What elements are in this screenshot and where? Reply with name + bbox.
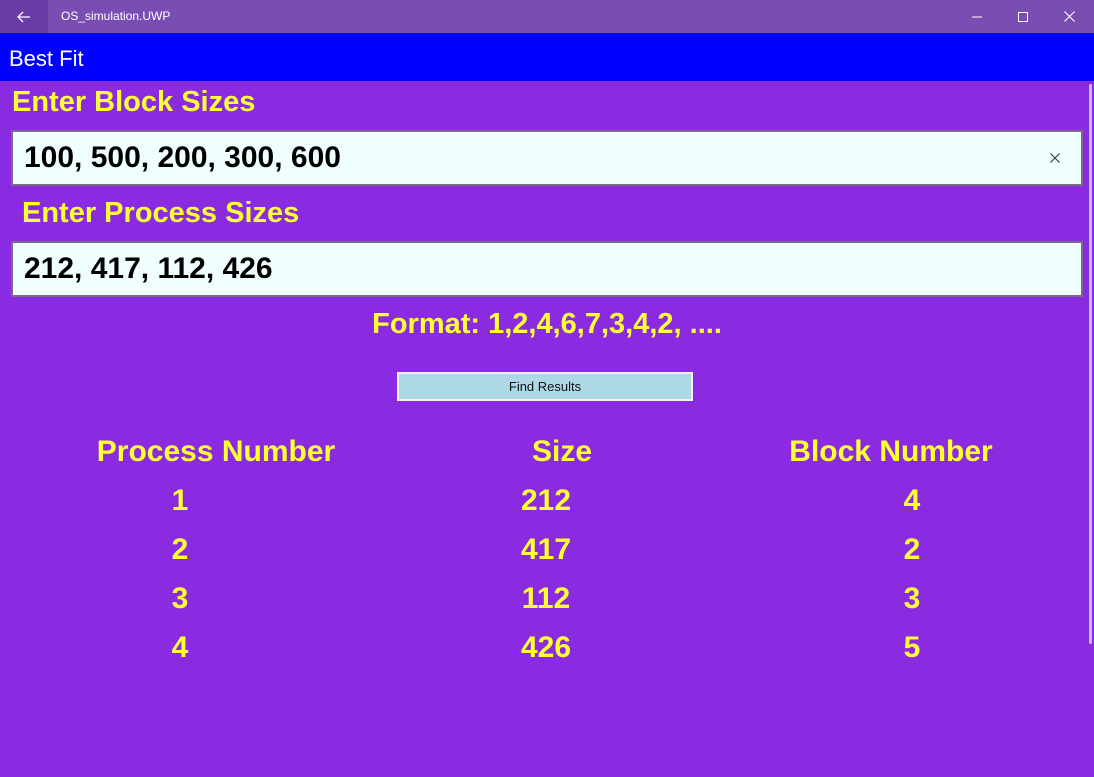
page-header: Best Fit — [0, 33, 1094, 81]
clear-button[interactable] — [1043, 146, 1067, 170]
block-sizes-input[interactable] — [13, 132, 1024, 184]
maximize-icon — [1018, 11, 1028, 22]
row-2-block-number: 2 — [903, 533, 921, 566]
back-button[interactable] — [0, 0, 48, 33]
row-3-process-number: 3 — [171, 582, 189, 615]
row-2-process-number: 2 — [171, 533, 189, 566]
row-4-process-number: 4 — [171, 631, 189, 664]
clear-icon — [1050, 153, 1060, 163]
vertical-scrollbar[interactable] — [1089, 84, 1092, 644]
row-4-block-number: 5 — [903, 631, 921, 664]
row-1-process-number: 1 — [171, 484, 189, 517]
block-sizes-field[interactable] — [11, 130, 1083, 186]
block-sizes-label: Enter Block Sizes — [12, 86, 256, 118]
find-results-button[interactable]: Find Results — [397, 372, 693, 401]
title-bar: OS_simulation.UWP — [0, 0, 1094, 33]
row-4-size: 426 — [520, 631, 572, 664]
row-2-size: 417 — [520, 533, 572, 566]
row-1-size: 212 — [520, 484, 572, 517]
process-sizes-input[interactable] — [13, 243, 1024, 295]
column-header-size: Size — [531, 435, 593, 468]
row-3-block-number: 3 — [903, 582, 921, 615]
process-sizes-field[interactable] — [11, 241, 1083, 297]
close-button[interactable] — [1046, 0, 1092, 33]
minimize-button[interactable] — [954, 0, 1000, 33]
column-header-block-number: Block Number — [789, 435, 993, 468]
format-hint: Format: 1,2,4,6,7,3,4,2, .... — [372, 308, 722, 340]
window-title: OS_simulation.UWP — [61, 9, 171, 23]
minimize-icon — [972, 16, 982, 17]
row-3-size: 112 — [521, 582, 571, 615]
maximize-button[interactable] — [1000, 0, 1046, 33]
page-title: Best Fit — [9, 46, 84, 71]
row-1-block-number: 4 — [903, 484, 921, 517]
back-arrow-icon — [17, 11, 30, 22]
process-sizes-label: Enter Process Sizes — [22, 197, 300, 229]
column-header-process-number: Process Number — [96, 435, 336, 468]
close-icon — [1063, 11, 1075, 22]
